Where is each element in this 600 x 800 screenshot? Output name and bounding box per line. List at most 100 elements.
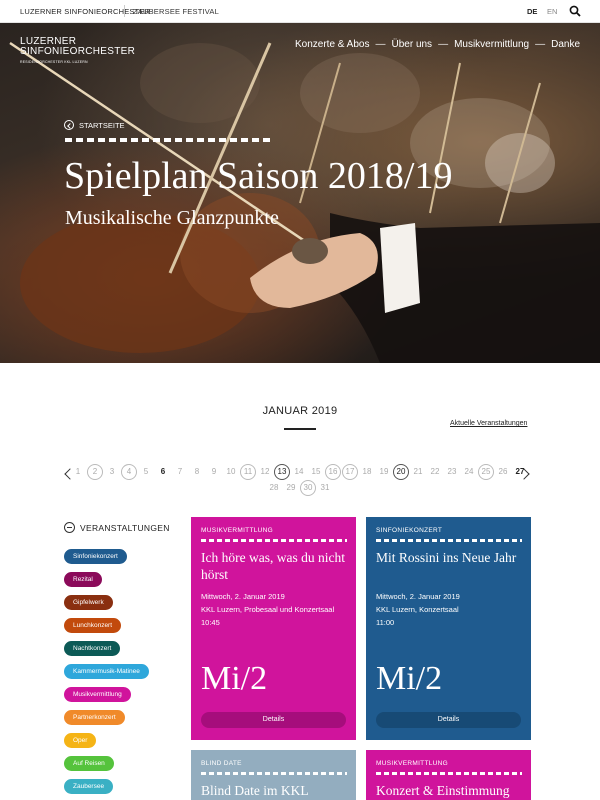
event-title[interactable]: Mit Rossini ins Neue Jahr bbox=[376, 549, 526, 566]
day-7[interactable]: 7 bbox=[172, 464, 188, 480]
day-2[interactable]: 2 bbox=[87, 464, 103, 480]
orchestra-logo[interactable]: LUZERNER SINFONIEORCHESTER RESIDENZORCHE… bbox=[20, 37, 136, 65]
day-21[interactable]: 21 bbox=[410, 464, 426, 480]
page-subtitle: Musikalische Glanzpunkte bbox=[65, 207, 279, 229]
event-venue: KKL Luzern, Probesaal und Konzertsaal bbox=[201, 605, 335, 614]
month-heading: JANUAR 2019 bbox=[262, 405, 338, 417]
day-24[interactable]: 24 bbox=[461, 464, 477, 480]
filter-toggle[interactable]: VERANSTALTUNGEN bbox=[64, 522, 170, 533]
page-title: Spielplan Saison 2018/19 bbox=[64, 155, 453, 197]
back-label: STARTSEITE bbox=[79, 120, 125, 130]
day-23[interactable]: 23 bbox=[444, 464, 460, 480]
details-button[interactable]: Details bbox=[201, 712, 346, 728]
day-19[interactable]: 19 bbox=[376, 464, 392, 480]
filter-tag-musikvermittlung[interactable]: Musikvermittlung bbox=[64, 687, 131, 702]
day-3[interactable]: 3 bbox=[104, 464, 120, 480]
details-button[interactable]: Details bbox=[376, 712, 521, 728]
current-events-link[interactable]: Aktuelle Veranstaltungen bbox=[450, 420, 527, 427]
day-14[interactable]: 14 bbox=[291, 464, 307, 480]
day-25[interactable]: 25 bbox=[478, 464, 494, 480]
day-31[interactable]: 31 bbox=[317, 480, 333, 496]
site-link-luzerner-sinfonieorchester[interactable]: LUZERNER SINFONIEORCHESTER bbox=[20, 7, 150, 16]
event-category: MUSIKVERMITTLUNG bbox=[201, 527, 273, 534]
day-11[interactable]: 11 bbox=[240, 464, 256, 480]
event-title[interactable]: Ich höre was, was du nicht hörst bbox=[201, 549, 351, 583]
event-day-label: Mi/2 bbox=[376, 660, 443, 697]
event-day-label: Mi/2 bbox=[201, 660, 268, 697]
filter-tag-partnerkonzert[interactable]: Partnerkonzert bbox=[64, 710, 125, 725]
event-time: 11:00 bbox=[376, 618, 395, 627]
filter-tag-oper[interactable]: Oper bbox=[64, 733, 97, 748]
nav-separator: — bbox=[535, 39, 546, 50]
filter-heading: VERANSTALTUNGEN bbox=[80, 522, 170, 533]
nav-item-konzerte-abos[interactable]: Konzerte & Abos bbox=[295, 39, 370, 50]
filter-tag-gipfelwerk[interactable]: Gipfelwerk bbox=[64, 595, 113, 610]
day-20[interactable]: 20 bbox=[393, 464, 409, 480]
main-navigation: Konzerte & Abos — Über uns — Musikvermit… bbox=[295, 39, 580, 50]
nav-item-musikvermittlung[interactable]: Musikvermittlung bbox=[454, 39, 529, 50]
day-8[interactable]: 8 bbox=[189, 464, 205, 480]
back-to-home-link[interactable]: STARTSEITE bbox=[64, 120, 125, 130]
day-28[interactable]: 28 bbox=[266, 480, 282, 496]
filter-tag-auf-reisen[interactable]: Auf Reisen bbox=[64, 756, 114, 771]
top-bar: LUZERNER SINFONIEORCHESTER ZAUBERSEE FES… bbox=[0, 0, 600, 23]
event-card[interactable]: MUSIKVERMITTLUNG Konzert & Einstimmung bbox=[366, 750, 531, 800]
day-30[interactable]: 30 bbox=[300, 480, 316, 496]
event-category: SINFONIEKONZERT bbox=[376, 527, 443, 534]
day-22[interactable]: 22 bbox=[427, 464, 443, 480]
day-5[interactable]: 5 bbox=[138, 464, 154, 480]
day-13[interactable]: 13 bbox=[274, 464, 290, 480]
language-en[interactable]: EN bbox=[547, 7, 557, 16]
filter-tag-sinfoniekonzert[interactable]: Sinfoniekonzert bbox=[64, 549, 127, 564]
nav-separator: — bbox=[375, 39, 386, 50]
event-venue: KKL Luzern, Konzertsaal bbox=[376, 605, 459, 614]
filter-tag-lunchkonzert[interactable]: Lunchkonzert bbox=[64, 618, 122, 633]
dashed-divider bbox=[65, 138, 273, 142]
nav-separator: — bbox=[438, 39, 449, 50]
event-date: Mittwoch, 2. Januar 2019 bbox=[201, 592, 285, 601]
event-title[interactable]: Konzert & Einstimmung bbox=[376, 782, 526, 799]
divider bbox=[124, 5, 125, 17]
dashed-divider bbox=[201, 772, 347, 775]
day-1[interactable]: 1 bbox=[70, 464, 86, 480]
month-underline bbox=[284, 428, 316, 430]
dashed-divider bbox=[376, 772, 522, 775]
event-title[interactable]: Blind Date im KKL bbox=[201, 782, 351, 799]
event-category: BLIND DATE bbox=[201, 760, 242, 767]
day-15[interactable]: 15 bbox=[308, 464, 324, 480]
day-27[interactable]: 27 bbox=[512, 464, 528, 480]
logo-line-2: SINFONIEORCHESTER bbox=[20, 46, 136, 57]
day-17[interactable]: 17 bbox=[342, 464, 358, 480]
logo-line-3: RESIDENZORCHESTER KKL LUZERN bbox=[20, 60, 88, 64]
day-4[interactable]: 4 bbox=[121, 464, 137, 480]
site-link-zaubersee-festival[interactable]: ZAUBERSEE FESTIVAL bbox=[133, 7, 219, 16]
filter-tag-kammermusik-matinee[interactable]: Kammermusik-Matinee bbox=[64, 664, 149, 679]
event-card[interactable]: BLIND DATE Blind Date im KKL bbox=[191, 750, 356, 800]
filter-tag-rezital[interactable]: Rezital bbox=[64, 572, 102, 587]
collapse-icon bbox=[64, 522, 75, 533]
day-9[interactable]: 9 bbox=[206, 464, 222, 480]
event-card[interactable]: MUSIKVERMITTLUNG Ich höre was, was du ni… bbox=[191, 517, 356, 740]
day-18[interactable]: 18 bbox=[359, 464, 375, 480]
dashed-divider bbox=[201, 539, 347, 542]
chevron-left-circle-icon bbox=[64, 120, 74, 130]
hero-banner: LUZERNER SINFONIEORCHESTER RESIDENZORCHE… bbox=[0, 23, 600, 363]
day-12[interactable]: 12 bbox=[257, 464, 273, 480]
filter-tag-zaubersee[interactable]: Zaubersee bbox=[64, 779, 114, 794]
category-filter-list: Sinfoniekonzert Rezital Gipfelwerk Lunchkon… bbox=[64, 549, 174, 800]
filter-tag-nachtkonzert[interactable]: Nachtkonzert bbox=[64, 641, 121, 656]
day-29[interactable]: 29 bbox=[283, 480, 299, 496]
nav-item-ueber-uns[interactable]: Über uns bbox=[391, 39, 432, 50]
day-16[interactable]: 16 bbox=[325, 464, 341, 480]
day-26[interactable]: 26 bbox=[495, 464, 511, 480]
search-icon[interactable] bbox=[569, 5, 581, 17]
event-category: MUSIKVERMITTLUNG bbox=[376, 760, 448, 767]
event-details: Mittwoch, 2. Januar 2019 KKL Luzern, Pro… bbox=[201, 590, 334, 629]
nav-item-danke[interactable]: Danke bbox=[551, 39, 580, 50]
day-6[interactable]: 6 bbox=[155, 464, 171, 480]
event-details: Mittwoch, 2. Januar 2019 KKL Luzern, Kon… bbox=[376, 590, 460, 629]
language-de[interactable]: DE bbox=[527, 7, 537, 16]
event-card[interactable]: SINFONIEKONZERT Mit Rossini ins Neue Jah… bbox=[366, 517, 531, 740]
event-time: 10:45 bbox=[201, 618, 220, 627]
day-10[interactable]: 10 bbox=[223, 464, 239, 480]
